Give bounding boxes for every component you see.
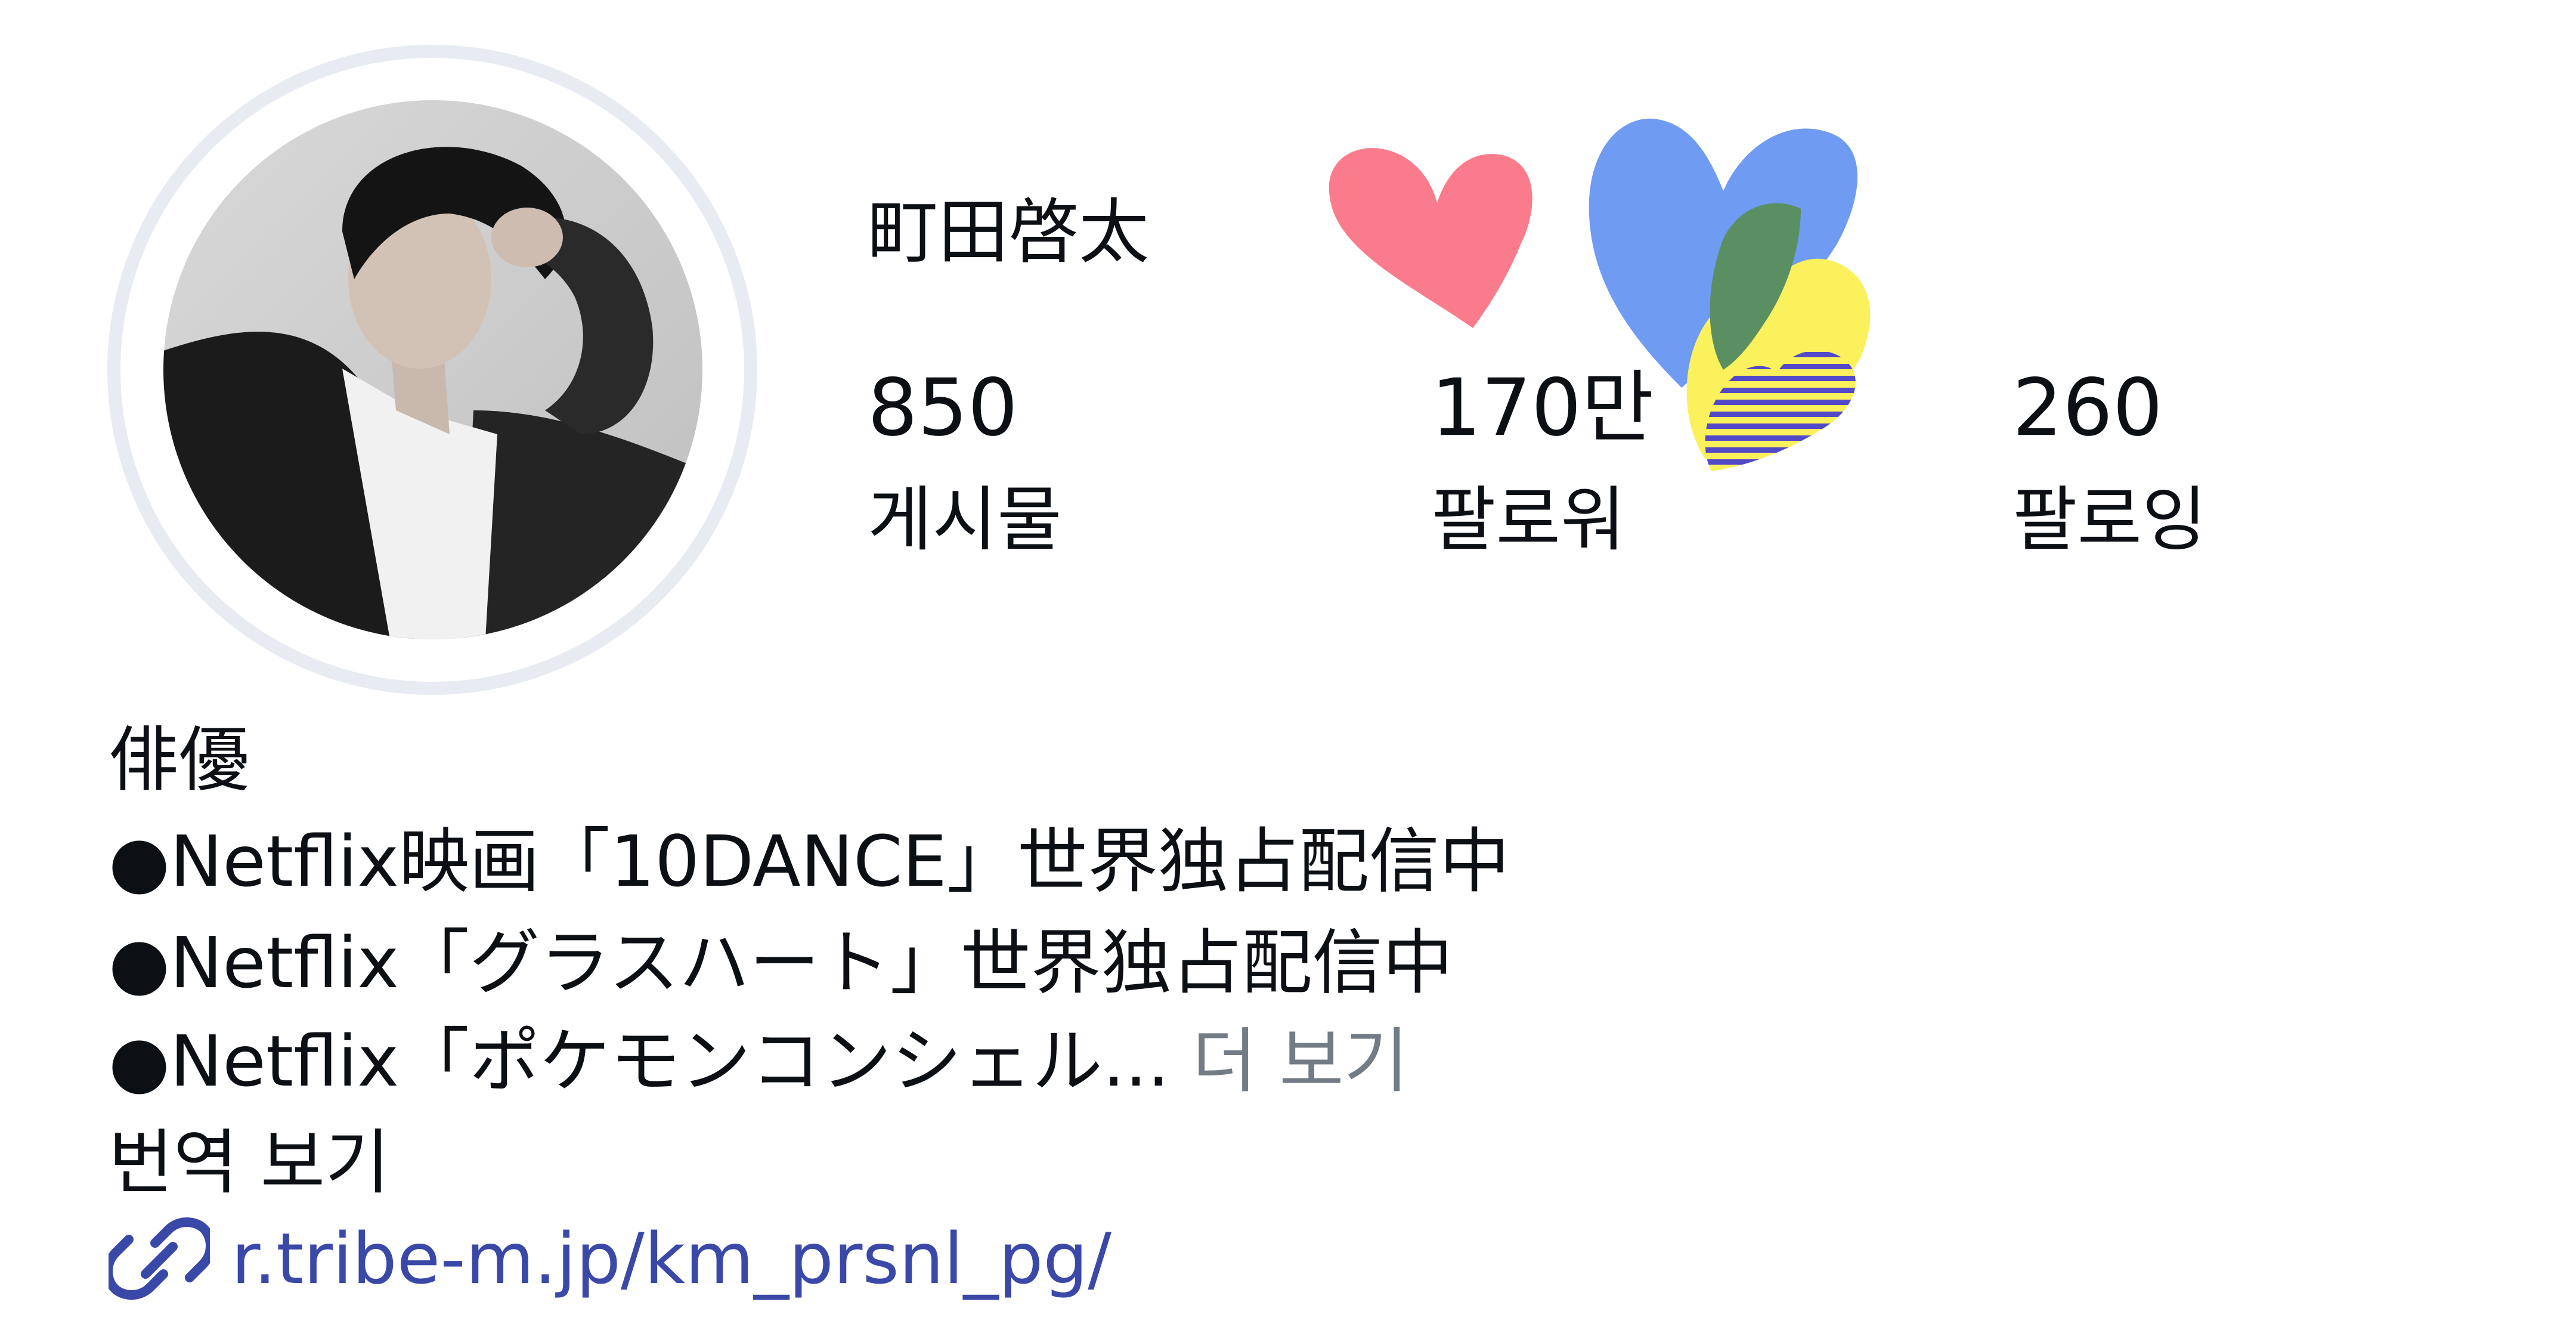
stat-posts-label: 게시물: [868, 478, 1062, 561]
bio-line-truncated: ●Netflix「ポケモンコンシェル... 더 보기: [109, 1026, 1408, 1096]
stat-followers-label: 팔로워: [1431, 478, 1626, 561]
bio-line: ●Netflix映画「10DANCE」世界独占配信中: [109, 820, 1510, 902]
bio-line: ●Netflix「ポケモンコンシェル...: [109, 1020, 1170, 1102]
stat-following-label: 팔로잉: [2012, 478, 2207, 561]
avatar[interactable]: [163, 100, 702, 639]
profile-photo: [163, 100, 702, 639]
bio-line: 俳優: [109, 719, 250, 801]
more-button[interactable]: 더 보기: [1192, 1020, 1408, 1102]
stat-following-count: 260: [2012, 362, 2163, 454]
link-icon: [109, 1217, 210, 1300]
translate-button[interactable]: 번역 보기: [109, 1127, 390, 1198]
bio-line: ●Netflix「グラスハート」世界独占配信中: [109, 922, 1453, 1004]
stat-posts-count: 850: [868, 362, 1018, 454]
hearts-sticker-icon: [1329, 118, 1871, 471]
profile-username: 町田啓太: [868, 191, 1150, 273]
profile-link-text[interactable]: r.tribe-m.jp/km_prsnl_pg/: [231, 1223, 1111, 1294]
profile-link[interactable]: r.tribe-m.jp/km_prsnl_pg/: [109, 1217, 1111, 1300]
